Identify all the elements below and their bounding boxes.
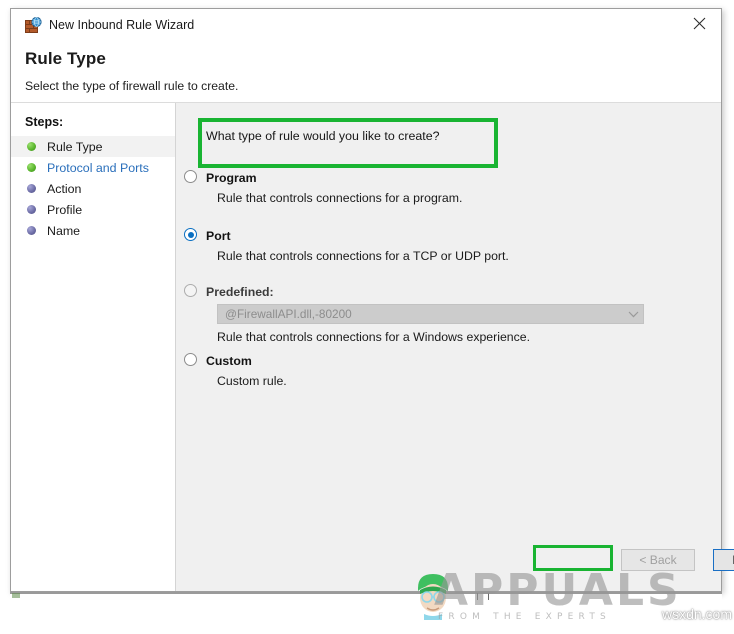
main-panel: What type of rule would you like to crea… (176, 103, 734, 591)
sidebar-item-label: Rule Type (47, 139, 103, 154)
question-label: What type of rule would you like to crea… (206, 129, 440, 143)
background-strip (10, 592, 722, 634)
page-subtitle: Select the type of firewall rule to crea… (25, 79, 239, 93)
sidebar-item-rule-type[interactable]: Rule Type (11, 136, 175, 157)
title-bar: New Inbound Rule Wizard (11, 9, 721, 41)
back-button[interactable]: < Back (621, 549, 695, 571)
step-bullet-icon (27, 205, 36, 214)
option-predefined: Predefined: (176, 283, 721, 301)
sidebar-item-label: Action (47, 181, 82, 196)
option-port: Port Rule that controls connections for … (176, 227, 721, 264)
wizard-body: Steps: Rule Type Protocol and Ports Acti… (11, 103, 734, 591)
sidebar-item-label: Protocol and Ports (47, 160, 149, 175)
radio-program[interactable] (184, 170, 197, 183)
sidebar-item-protocol-and-ports[interactable]: Protocol and Ports (11, 157, 175, 178)
wizard-window: New Inbound Rule Wizard Rule Type Select… (10, 8, 734, 592)
page-backdrop: New Inbound Rule Wizard Rule Type Select… (0, 0, 734, 634)
strip-left-mark (12, 593, 20, 598)
step-bullet-icon (27, 226, 36, 235)
radio-row-program[interactable]: Program (176, 169, 721, 187)
radio-row-port[interactable]: Port (176, 227, 721, 245)
sidebar-item-action[interactable]: Action (11, 178, 175, 199)
radio-custom[interactable] (184, 353, 197, 366)
radio-port[interactable] (184, 228, 197, 241)
next-button[interactable]: Next > (713, 549, 734, 571)
strip-divider-marks (477, 593, 489, 600)
window-title: New Inbound Rule Wizard (49, 18, 195, 32)
option-description: Rule that controls connections for a pro… (217, 191, 463, 205)
step-bullet-icon (27, 142, 36, 151)
option-description: Custom rule. (217, 374, 287, 388)
wizard-header: New Inbound Rule Wizard Rule Type Select… (11, 9, 721, 103)
option-title: Program (206, 171, 257, 185)
step-bullet-icon (27, 184, 36, 193)
option-description: Rule that controls connections for a TCP… (217, 249, 509, 263)
option-title: Predefined: (206, 285, 274, 299)
option-program: Program Rule that controls connections f… (176, 169, 721, 206)
radio-row-predefined[interactable]: Predefined: (176, 283, 721, 301)
sidebar-item-name[interactable]: Name (11, 220, 175, 241)
sidebar-item-profile[interactable]: Profile (11, 199, 175, 220)
chevron-down-icon (623, 311, 643, 318)
step-bullet-icon (27, 163, 36, 172)
close-icon[interactable] (677, 9, 721, 37)
firewall-globe-icon (25, 16, 42, 34)
sidebar-item-label: Profile (47, 202, 83, 217)
radio-predefined[interactable] (184, 284, 197, 297)
steps-list: Rule Type Protocol and Ports Action Prof… (11, 136, 175, 241)
predefined-dropdown[interactable]: @FirewallAPI.dll,-80200 (217, 304, 644, 324)
steps-label: Steps: (25, 115, 64, 129)
wizard-footer: < Back Next > Cancel (352, 537, 734, 591)
sidebar-item-label: Name (47, 223, 81, 238)
radio-row-custom[interactable]: Custom (176, 352, 721, 370)
option-description: Rule that controls connections for a Win… (217, 330, 531, 344)
page-title: Rule Type (25, 49, 106, 68)
steps-sidebar: Steps: Rule Type Protocol and Ports Acti… (11, 103, 176, 591)
predefined-dropdown-value: @FirewallAPI.dll,-80200 (225, 307, 352, 321)
option-title: Custom (206, 354, 252, 368)
option-title: Port (206, 229, 231, 243)
option-custom: Custom Custom rule. (176, 352, 721, 389)
